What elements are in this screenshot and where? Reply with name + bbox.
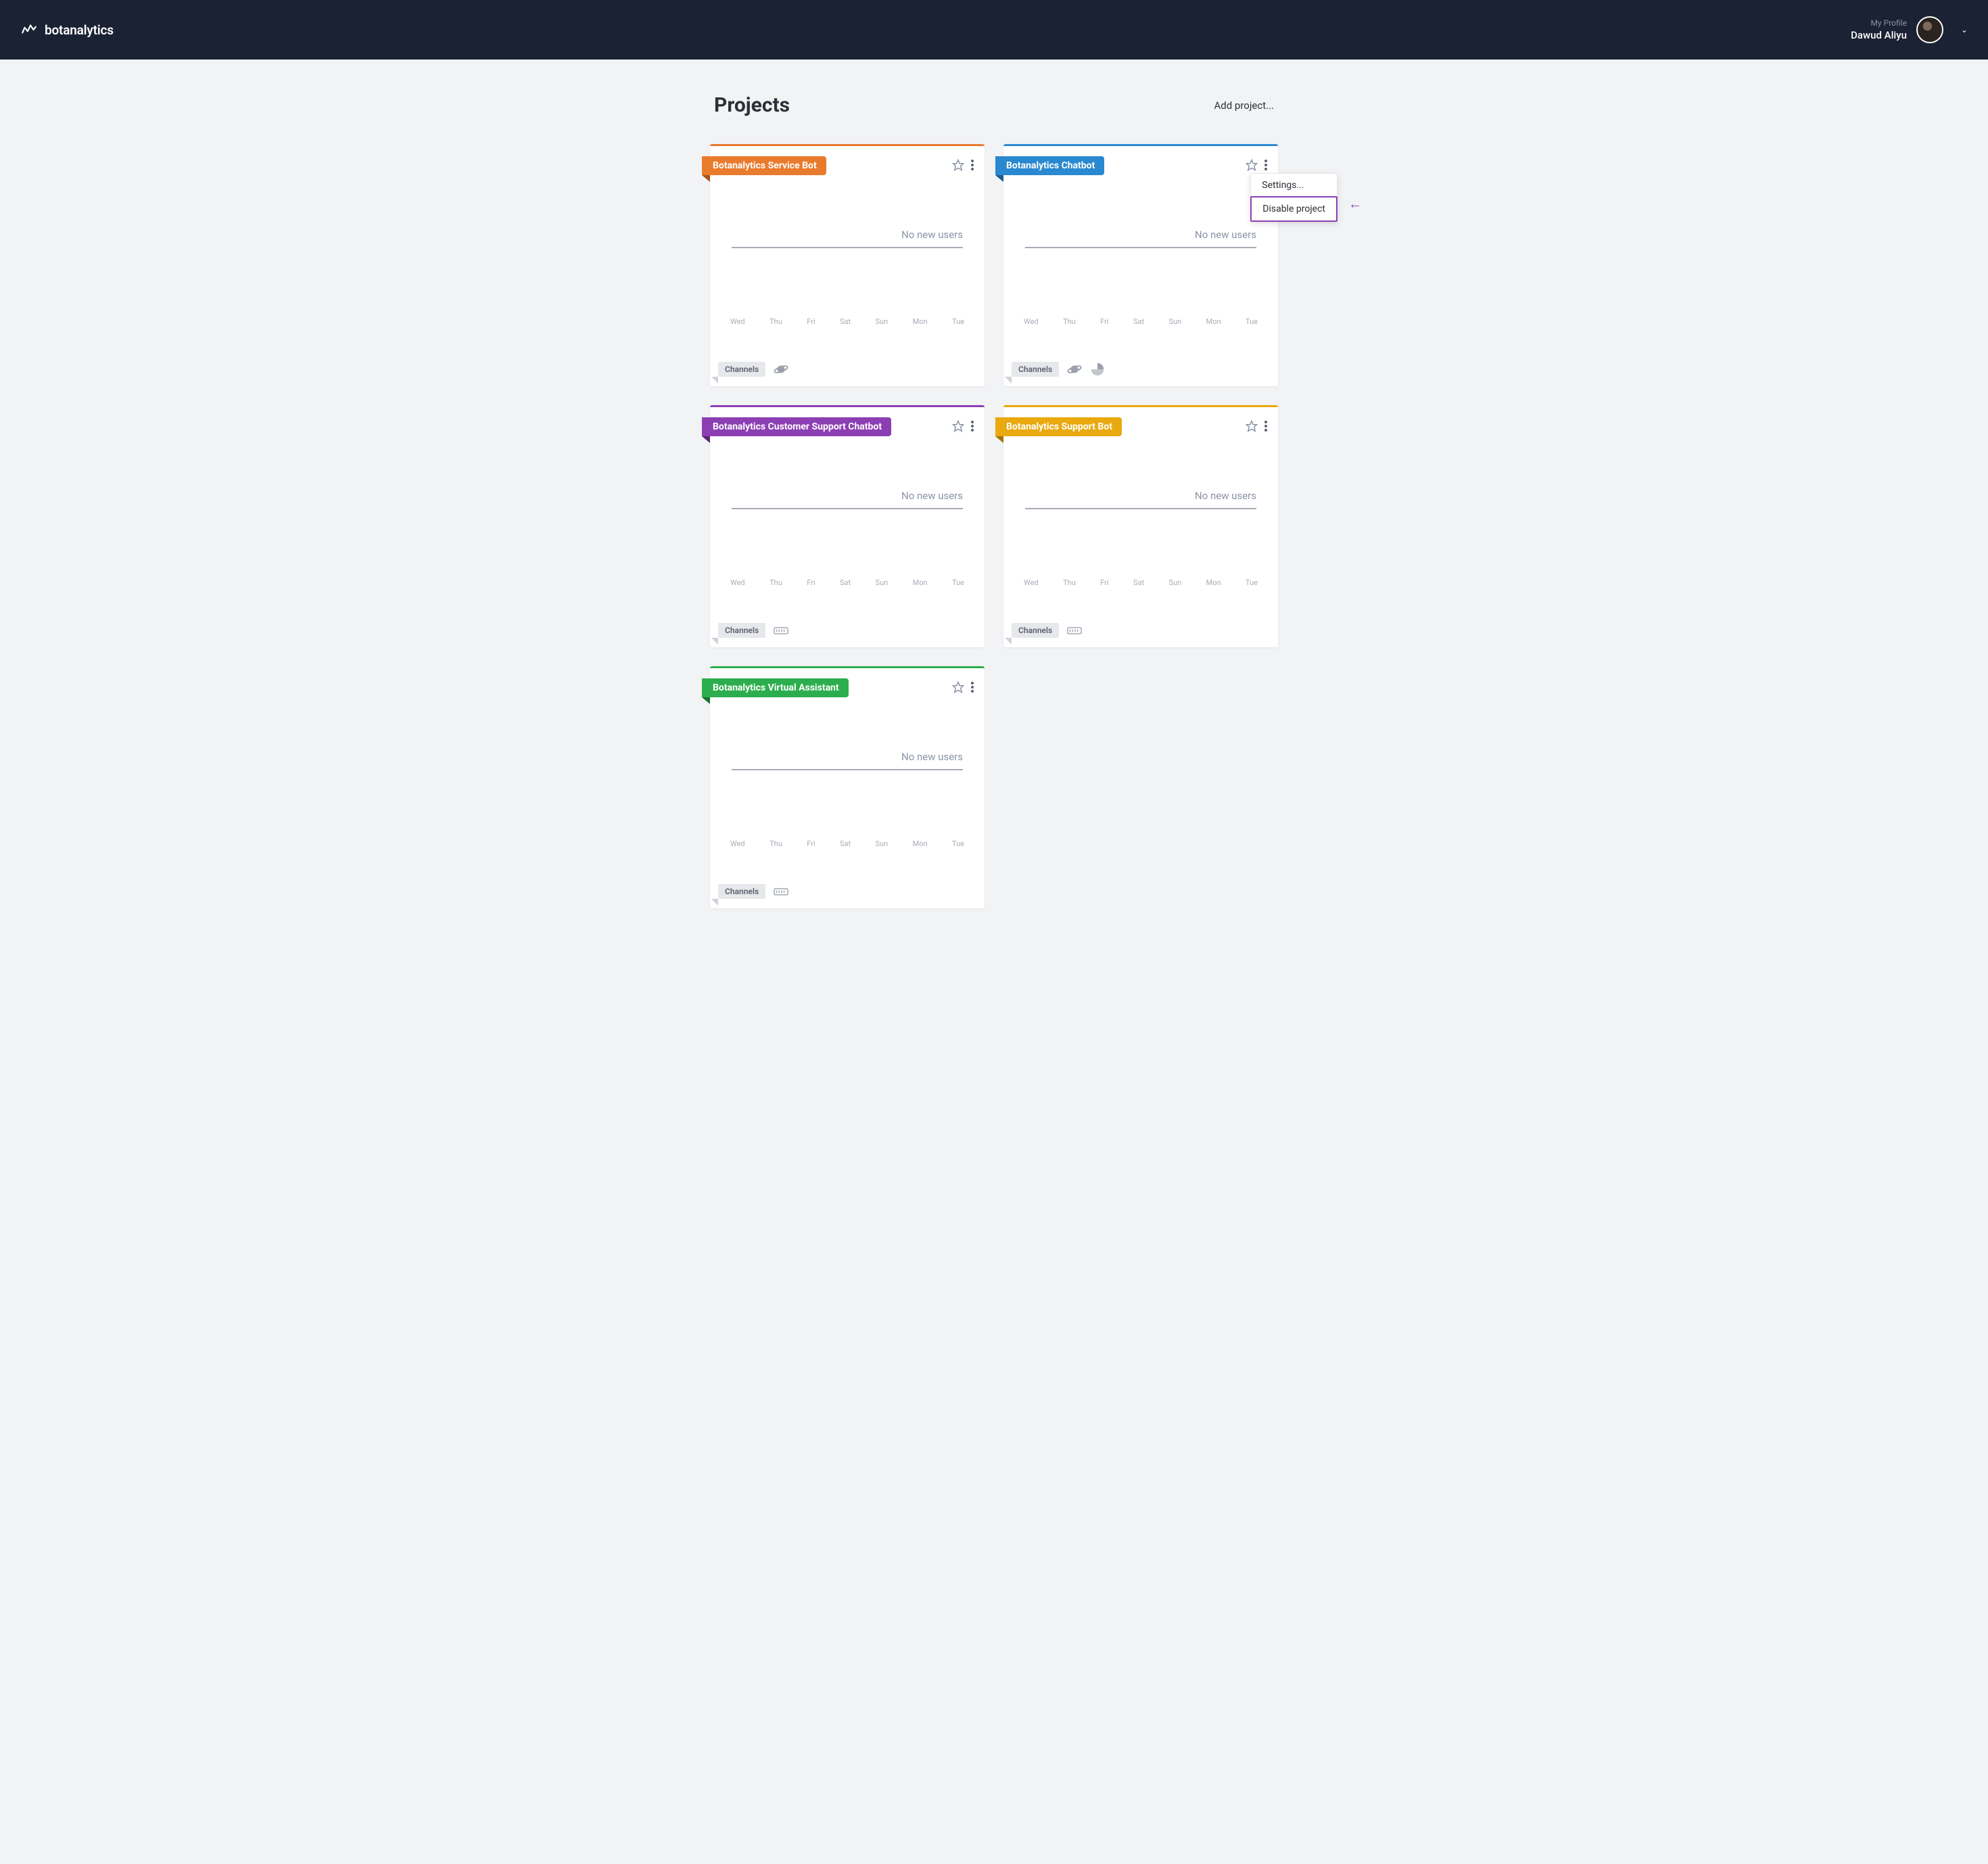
profile-label: My Profile <box>1851 18 1907 28</box>
no-new-users-label: No new users <box>1022 490 1259 502</box>
chip-icon <box>774 884 788 899</box>
logo-icon <box>20 21 38 39</box>
project-name-ribbon: Botanalytics Service Bot <box>702 156 826 175</box>
chart-baseline <box>732 508 963 509</box>
day-label: Mon <box>913 839 928 848</box>
no-new-users-label: No new users <box>729 229 966 241</box>
brand-logo[interactable]: botanalytics <box>20 21 114 39</box>
day-label: Wed <box>730 317 745 326</box>
brand-name: botanalytics <box>45 22 114 38</box>
chevron-down-icon[interactable]: ⌄ <box>1961 25 1968 34</box>
star-icon[interactable] <box>1246 159 1258 171</box>
day-label: Fri <box>1100 317 1108 326</box>
chip-icon <box>774 623 788 638</box>
day-label: Tue <box>1246 578 1258 587</box>
day-label: Thu <box>770 317 782 326</box>
star-icon[interactable] <box>1246 420 1258 432</box>
day-label: Sun <box>876 578 889 587</box>
project-name-ribbon: Botanalytics Virtual Assistant <box>702 678 849 697</box>
avatar[interactable] <box>1916 16 1943 43</box>
pointer-arrow-icon: ← <box>1348 195 1362 212</box>
day-label: Tue <box>952 839 964 848</box>
kebab-menu-icon[interactable] <box>970 419 975 433</box>
day-label: Sun <box>1169 317 1182 326</box>
day-label: Thu <box>770 578 782 587</box>
chart-baseline <box>1025 247 1256 248</box>
star-icon[interactable] <box>952 159 964 171</box>
no-new-users-label: No new users <box>1022 229 1259 241</box>
day-label: Sat <box>840 317 851 326</box>
kebab-menu-icon[interactable] <box>1263 158 1269 172</box>
day-label: Sat <box>840 839 851 848</box>
day-label: Sat <box>840 578 851 587</box>
star-icon[interactable] <box>952 681 964 693</box>
channels-badge: Channels <box>1012 362 1059 377</box>
days-axis: Wed Thu Fri Sat Sun Mon Tue <box>729 317 966 326</box>
project-menu: Settings...Disable project <box>1250 173 1338 222</box>
day-label: Wed <box>1024 317 1039 326</box>
channels-badge: Channels <box>718 362 765 377</box>
profile-name: Dawud Aliyu <box>1851 28 1907 42</box>
days-axis: Wed Thu Fri Sat Sun Mon Tue <box>1022 578 1259 587</box>
project-card[interactable]: Botanalytics ChatbotSettings...Disable p… <box>1003 144 1278 386</box>
project-name-ribbon: Botanalytics Support Bot <box>995 417 1122 436</box>
planet-icon <box>1067 362 1082 377</box>
days-axis: Wed Thu Fri Sat Sun Mon Tue <box>1022 317 1259 326</box>
day-label: Sun <box>876 317 889 326</box>
day-label: Mon <box>1206 578 1221 587</box>
day-label: Sat <box>1133 578 1144 587</box>
pie-icon <box>1090 362 1105 377</box>
day-label: Wed <box>730 839 745 848</box>
chip-icon <box>1067 623 1082 638</box>
day-label: Sun <box>1169 578 1182 587</box>
day-label: Thu <box>770 839 782 848</box>
project-card[interactable]: Botanalytics Service BotNo new usersWedT… <box>710 144 985 386</box>
day-label: Mon <box>913 578 928 587</box>
project-name-ribbon: Botanalytics Chatbot <box>995 156 1104 175</box>
day-label: Mon <box>913 317 928 326</box>
kebab-menu-icon[interactable] <box>970 158 975 172</box>
project-card[interactable]: Botanalytics Customer Support ChatbotNo … <box>710 405 985 647</box>
days-axis: Wed Thu Fri Sat Sun Mon Tue <box>729 578 966 587</box>
no-new-users-label: No new users <box>729 751 966 763</box>
day-label: Fri <box>1100 578 1108 587</box>
day-label: Wed <box>730 578 745 587</box>
day-label: Sun <box>876 839 889 848</box>
channels-badge: Channels <box>1012 623 1059 638</box>
day-label: Wed <box>1024 578 1039 587</box>
day-label: Mon <box>1206 317 1221 326</box>
page-title: Projects <box>714 93 790 117</box>
days-axis: Wed Thu Fri Sat Sun Mon Tue <box>729 839 966 848</box>
day-label: Tue <box>1246 317 1258 326</box>
day-label: Fri <box>807 317 815 326</box>
day-label: Thu <box>1063 578 1076 587</box>
kebab-menu-icon[interactable] <box>970 680 975 694</box>
day-label: Fri <box>807 839 815 848</box>
day-label: Thu <box>1063 317 1076 326</box>
chart-baseline <box>1025 508 1256 509</box>
profile-menu[interactable]: My Profile Dawud Aliyu ⌄ <box>1851 16 1968 43</box>
menu-disable-project[interactable]: Disable project <box>1250 196 1338 222</box>
title-row: Projects Add project... <box>710 93 1278 117</box>
chart-baseline <box>732 769 963 770</box>
project-card[interactable]: Botanalytics Support BotNo new usersWedT… <box>1003 405 1278 647</box>
chart-baseline <box>732 247 963 248</box>
day-label: Fri <box>807 578 815 587</box>
day-label: Tue <box>952 578 964 587</box>
day-label: Tue <box>952 317 964 326</box>
planet-icon <box>774 362 788 377</box>
kebab-menu-icon[interactable] <box>1263 419 1269 433</box>
day-label: Sat <box>1133 317 1144 326</box>
channels-badge: Channels <box>718 623 765 638</box>
no-new-users-label: No new users <box>729 490 966 502</box>
channels-badge: Channels <box>718 884 765 899</box>
star-icon[interactable] <box>952 420 964 432</box>
header: botanalytics My Profile Dawud Aliyu ⌄ <box>0 0 1988 60</box>
project-name-ribbon: Botanalytics Customer Support Chatbot <box>702 417 891 436</box>
project-card[interactable]: Botanalytics Virtual AssistantNo new use… <box>710 666 985 908</box>
menu-settings[interactable]: Settings... <box>1251 174 1337 197</box>
add-project-button[interactable]: Add project... <box>1214 99 1274 112</box>
